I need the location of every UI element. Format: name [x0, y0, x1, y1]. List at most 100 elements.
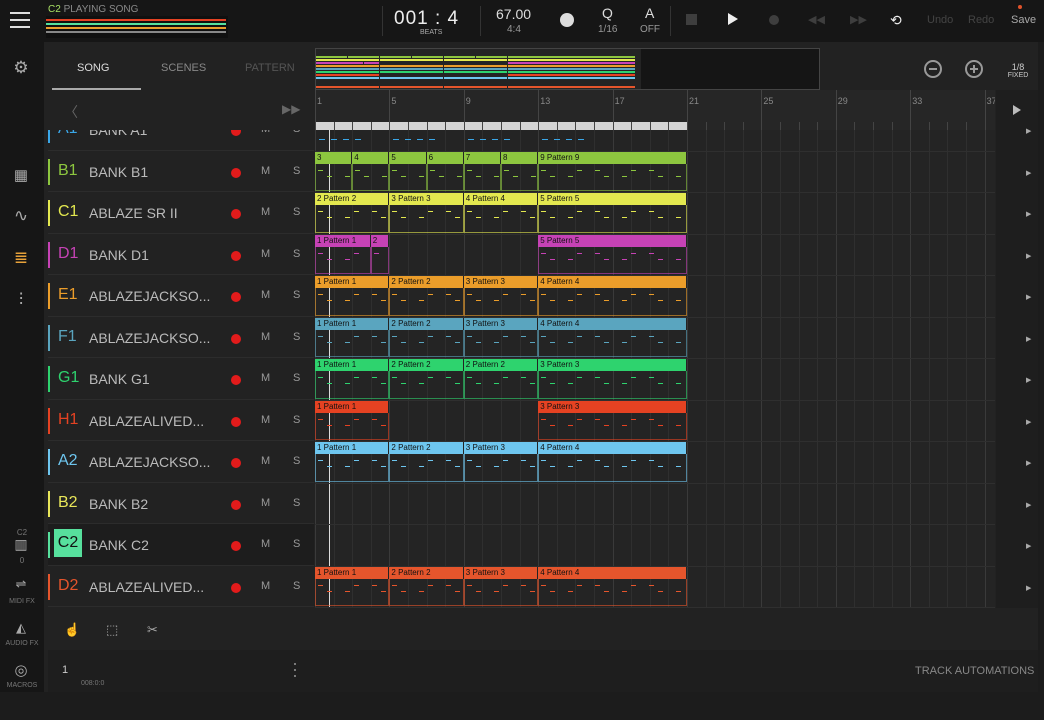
clip[interactable]: 2 Pattern 2 — [389, 566, 463, 579]
clip[interactable]: 5 — [389, 151, 426, 164]
solo-button[interactable]: S — [293, 206, 300, 218]
mute-button[interactable]: M — [261, 580, 270, 592]
record-arm-icon[interactable] — [231, 458, 241, 468]
track-row[interactable]: G1 BANK G1 M S — [48, 358, 314, 400]
clip-body[interactable] — [426, 163, 464, 191]
clip-body[interactable] — [538, 246, 687, 274]
clip[interactable]: 7 — [463, 151, 500, 164]
zoom-out-icon[interactable] — [924, 60, 942, 78]
undo-button[interactable]: Undo — [927, 14, 953, 26]
mute-button[interactable]: M — [261, 289, 270, 301]
clip[interactable]: 5 Pattern 5 — [538, 193, 686, 205]
track-name[interactable]: BANK G1 — [89, 371, 217, 387]
more-vertical-icon[interactable]: · · · — [292, 654, 298, 684]
clip-body[interactable] — [352, 163, 390, 191]
clip[interactable]: 3 Pattern 3 — [463, 276, 538, 288]
clip-body[interactable] — [315, 163, 353, 191]
track-name[interactable]: BANK D1 — [89, 247, 217, 263]
arrangement-grid[interactable]: 3456789 Pattern 92 Pattern 23 Pattern 34… — [315, 130, 995, 608]
mute-button[interactable]: M — [261, 538, 270, 550]
gear-icon[interactable]: ⚙ — [8, 58, 34, 78]
mute-button[interactable]: M — [261, 248, 270, 260]
mute-button[interactable]: M — [261, 206, 270, 218]
clip[interactable]: 1 Pattern 1 — [315, 317, 389, 330]
zoom-in-icon[interactable] — [965, 60, 983, 78]
track-row[interactable]: B2 BANK B2 M S — [48, 483, 314, 524]
clip[interactable]: 3 Pattern 3 — [538, 359, 686, 371]
clip[interactable]: 6 — [426, 151, 463, 164]
mute-button[interactable]: M — [261, 414, 270, 426]
clip-body[interactable] — [315, 288, 390, 316]
record-arm-icon[interactable] — [231, 130, 241, 136]
scissors-icon[interactable]: ✂ — [147, 622, 158, 638]
clip-body[interactable] — [538, 412, 687, 440]
solo-button[interactable]: S — [293, 580, 300, 592]
track-name[interactable]: BANK B2 — [89, 496, 217, 512]
clip-body[interactable] — [463, 288, 539, 316]
tab-scenes[interactable]: SCENES — [161, 62, 206, 74]
timeline-ruler[interactable]: 1 5 9 13 17 21 25 29 33 37 — [315, 90, 995, 130]
clip-body[interactable] — [389, 454, 464, 482]
row-expand-icon[interactable]: ▶ — [1026, 169, 1031, 177]
track-name[interactable]: ABLAZEJACKSO... — [89, 330, 217, 346]
row-expand-icon[interactable]: ▶ — [1026, 376, 1031, 384]
solo-button[interactable]: S — [293, 497, 300, 509]
save-button[interactable]: Save — [1011, 14, 1036, 26]
track-name[interactable]: ABLAZE SR II — [89, 205, 217, 221]
solo-button[interactable]: S — [293, 248, 300, 260]
waveform-icon[interactable]: ∿ — [8, 206, 34, 226]
track-row[interactable]: A2 ABLAZEJACKSO... M S — [48, 441, 314, 483]
mini-song-overview[interactable] — [46, 16, 228, 38]
midi-fx-icon[interactable]: ⇌ — [8, 576, 34, 592]
record-arm-icon[interactable] — [231, 582, 241, 593]
auto-label[interactable]: A — [645, 5, 654, 21]
clip-body[interactable] — [538, 329, 687, 357]
clip[interactable]: 2 Pattern 2 — [389, 276, 463, 288]
solo-button[interactable]: S — [293, 165, 300, 177]
clip-body[interactable] — [538, 371, 687, 399]
clip[interactable]: 2 — [370, 234, 389, 247]
solo-button[interactable]: S — [293, 289, 300, 301]
clip-body[interactable] — [538, 454, 687, 482]
track-row[interactable]: A1 BANK A1 M S — [48, 130, 314, 151]
clip-body[interactable] — [463, 371, 539, 399]
solo-button[interactable]: S — [293, 538, 300, 550]
pads-icon[interactable]: ▦ — [8, 166, 34, 184]
record-arm-icon[interactable] — [231, 499, 241, 510]
track-row[interactable]: F1 ABLAZEJACKSO... M S — [48, 317, 314, 358]
tab-pattern[interactable]: PATTERN — [245, 62, 295, 74]
solo-button[interactable]: S — [293, 455, 300, 467]
clip-body[interactable] — [389, 205, 464, 233]
clip[interactable]: 2 Pattern 2 — [315, 193, 389, 205]
clip-body[interactable] — [315, 578, 390, 606]
clip-body[interactable] — [315, 454, 390, 482]
clip[interactable]: 8 — [501, 151, 538, 164]
mute-button[interactable]: M — [261, 455, 270, 467]
hamburger-menu-icon[interactable] — [10, 11, 30, 29]
stop-icon[interactable] — [686, 14, 697, 25]
track-row[interactable]: C1 ABLAZE SR II M S — [48, 192, 314, 234]
position-value[interactable]: 001 : 4 — [394, 8, 459, 30]
track-name[interactable]: BANK A1 — [89, 130, 217, 138]
select-tool-icon[interactable]: ⬚ — [106, 622, 118, 638]
clip[interactable]: 3 Pattern 3 — [463, 566, 538, 579]
clip[interactable]: 3 Pattern 3 — [389, 193, 463, 205]
time-signature[interactable]: 4:4 — [507, 24, 521, 35]
clip[interactable]: 9 Pattern 9 — [538, 151, 686, 164]
record-arm-icon[interactable] — [231, 167, 241, 178]
solo-button[interactable]: S — [293, 414, 300, 426]
clip-body[interactable] — [463, 163, 501, 191]
clip[interactable]: 3 Pattern 3 — [463, 317, 538, 330]
record-arm-icon[interactable] — [231, 375, 241, 385]
loop-icon[interactable]: ⟲ — [890, 12, 906, 28]
clip-body[interactable] — [463, 578, 539, 606]
clip[interactable]: 4 — [352, 151, 389, 164]
tab-song[interactable]: SONG — [77, 62, 109, 74]
clip-body[interactable] — [463, 454, 539, 482]
mixer-icon[interactable]: ⫶ — [8, 290, 34, 310]
clip[interactable]: 1 Pattern 1 — [315, 276, 389, 288]
clip[interactable]: 2 Pattern 2 — [389, 359, 463, 371]
track-name[interactable]: ABLAZEJACKSO... — [89, 288, 217, 304]
clip[interactable]: 1 Pattern 1 — [315, 359, 389, 371]
clip-body[interactable] — [389, 288, 464, 316]
